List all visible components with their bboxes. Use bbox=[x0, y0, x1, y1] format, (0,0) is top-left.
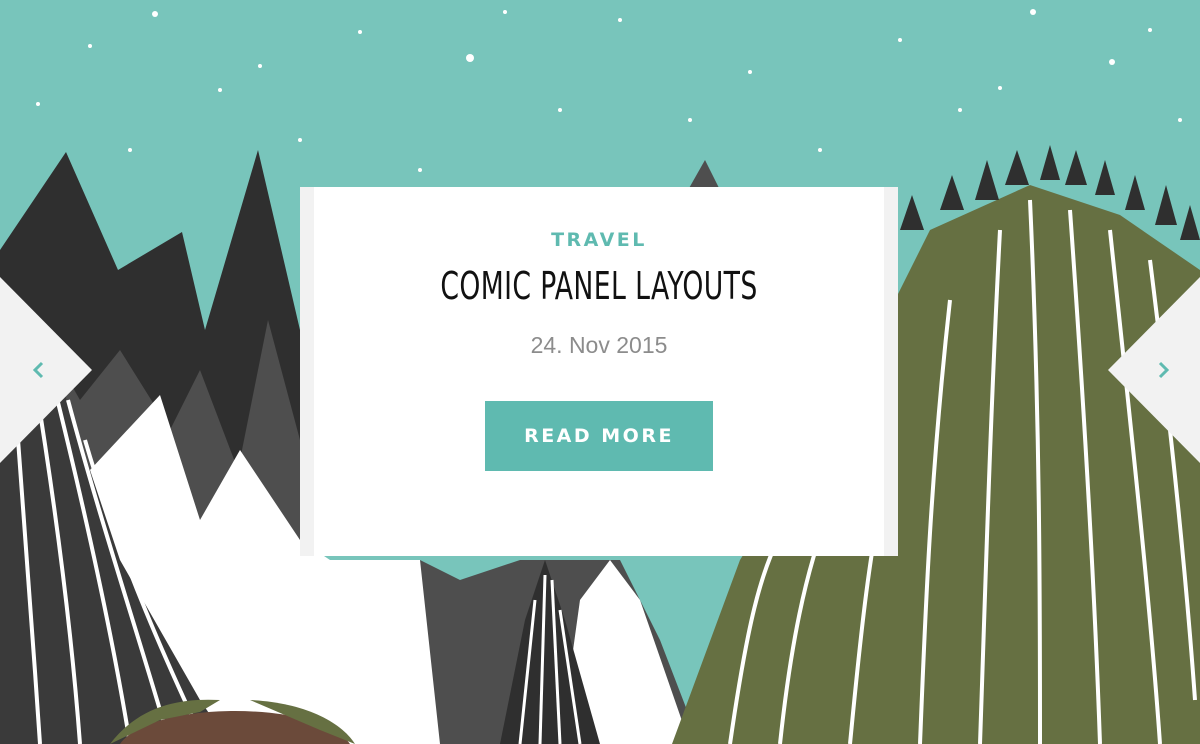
read-more-button[interactable]: READ MORE bbox=[485, 401, 713, 471]
slide-title[interactable]: COMIC PANEL LAYOUTS bbox=[377, 264, 822, 308]
slide-card: TRAVEL COMIC PANEL LAYOUTS 24. Nov 2015 … bbox=[314, 187, 884, 556]
next-slide-button[interactable] bbox=[1108, 277, 1200, 463]
hero-slider: TRAVEL COMIC PANEL LAYOUTS 24. Nov 2015 … bbox=[0, 0, 1200, 744]
chevron-right-icon bbox=[1108, 277, 1200, 463]
chevron-left-icon bbox=[0, 277, 92, 463]
slide-date: 24. Nov 2015 bbox=[530, 332, 668, 358]
slide-card-frame: TRAVEL COMIC PANEL LAYOUTS 24. Nov 2015 … bbox=[300, 187, 898, 556]
category-link[interactable]: TRAVEL bbox=[314, 229, 884, 251]
previous-slide-button[interactable] bbox=[0, 277, 92, 463]
